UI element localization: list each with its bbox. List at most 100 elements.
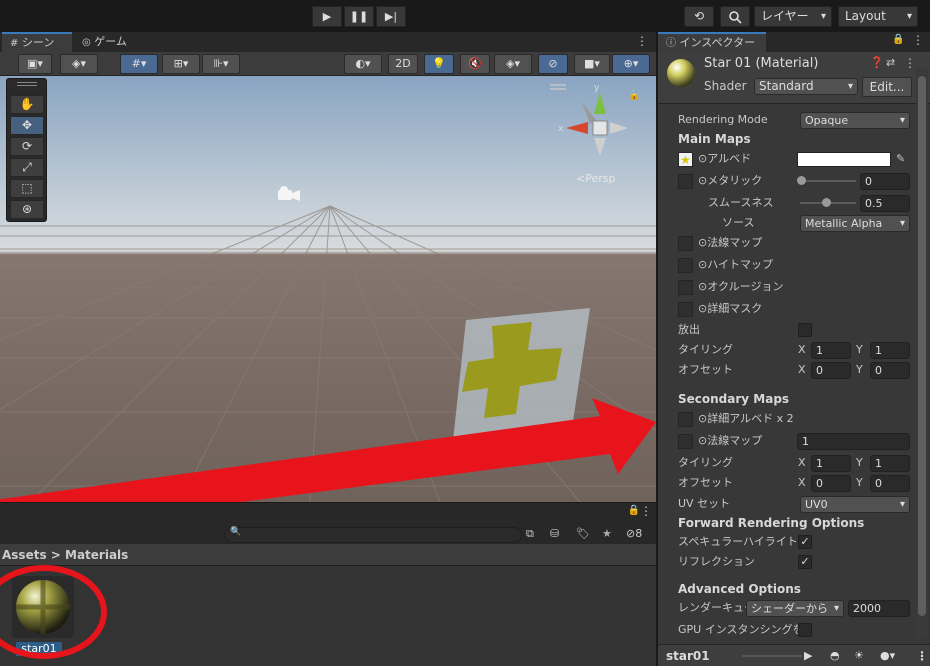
- tab-game[interactable]: ◎ ゲーム: [74, 32, 144, 52]
- preset-icon[interactable]: ⇄: [886, 56, 895, 69]
- render-queue-value[interactable]: 2000: [848, 600, 910, 617]
- help-icon[interactable]: ❓: [870, 56, 884, 69]
- star-icon[interactable]: ★: [602, 527, 612, 540]
- rotate-tool-icon[interactable]: ⟳: [10, 137, 44, 156]
- grid-snap-dropdown[interactable]: #▾: [120, 54, 158, 74]
- height-map-slot[interactable]: [678, 258, 693, 273]
- kebab-menu-icon[interactable]: ⋮: [916, 645, 928, 666]
- metallic-slider-handle[interactable]: [797, 176, 806, 185]
- secondary-normal-slot[interactable]: [678, 434, 693, 449]
- lock-icon[interactable]: 🔒: [892, 34, 904, 45]
- inspector-scrollbar[interactable]: [916, 68, 928, 638]
- pause-button[interactable]: ❚❚: [344, 6, 374, 27]
- uv-set-dropdown[interactable]: UV0: [800, 496, 910, 513]
- emission-checkbox[interactable]: [798, 323, 812, 337]
- move-tool-icon[interactable]: ✥: [10, 116, 44, 135]
- play-button[interactable]: ▶: [312, 6, 342, 27]
- albedo-texture-slot[interactable]: ★: [678, 152, 693, 167]
- metallic-label[interactable]: ⊙メタリック: [698, 171, 762, 191]
- albedo-color-swatch[interactable]: [797, 152, 891, 167]
- secondary-tiling-y-field[interactable]: 1: [870, 455, 910, 472]
- draw-mode-dropdown[interactable]: ▣▾: [18, 54, 52, 74]
- smoothness-value[interactable]: 0.5: [860, 195, 910, 212]
- layers-dropdown[interactable]: レイヤー ▾: [754, 6, 832, 27]
- transform-tool-icon[interactable]: ⊛: [10, 200, 44, 219]
- detail-mask-label[interactable]: ⊙詳細マスク: [698, 299, 762, 319]
- rect-tool-icon[interactable]: ⬚: [10, 179, 44, 198]
- secondary-normal-label[interactable]: ⊙法線マップ: [698, 431, 762, 451]
- offset-x-field[interactable]: 0: [811, 362, 851, 379]
- render-queue-dropdown[interactable]: シェーダーから: [746, 600, 844, 617]
- tab-scene[interactable]: # シーン: [2, 32, 72, 52]
- shading-dropdown[interactable]: ◐▾: [344, 54, 382, 74]
- secondary-offset-y-field[interactable]: 0: [870, 475, 910, 492]
- preview-divider[interactable]: [742, 655, 802, 657]
- light-preview-icon[interactable]: ☀: [854, 645, 864, 666]
- specular-checkbox[interactable]: ✓: [798, 535, 812, 549]
- scene-viewport[interactable]: y x <Persp 🔒: [0, 76, 656, 502]
- audio-toggle[interactable]: 🔇: [460, 54, 490, 74]
- persp-label[interactable]: <Persp: [576, 172, 615, 185]
- play-preview-icon[interactable]: ▶: [804, 645, 812, 666]
- tiling-x-label: X: [798, 343, 806, 356]
- normal-map-label[interactable]: ⊙法線マップ: [698, 233, 762, 253]
- normal-map-slot[interactable]: [678, 236, 693, 251]
- metallic-texture-slot[interactable]: [678, 174, 693, 189]
- tab-inspector[interactable]: ⓘ インスペクター: [658, 32, 766, 52]
- palette-handle[interactable]: [17, 82, 37, 86]
- lighting-toggle[interactable]: 💡: [424, 54, 454, 74]
- lock-icon[interactable]: 🔒: [628, 90, 640, 101]
- history-icon[interactable]: ⟲: [684, 6, 714, 27]
- metallic-slider-track[interactable]: [800, 180, 856, 182]
- mesh-preview-icon[interactable]: ◓: [830, 645, 840, 666]
- secondary-tiling-x-field[interactable]: 1: [811, 455, 851, 472]
- lock-icon[interactable]: 🔒: [628, 505, 640, 516]
- height-map-label[interactable]: ⊙ハイトマップ: [698, 255, 773, 275]
- albedo-label[interactable]: ⊙アルベド: [698, 149, 751, 169]
- reflections-checkbox[interactable]: ✓: [798, 555, 812, 569]
- scale-tool-icon[interactable]: ⤢: [10, 158, 44, 177]
- kebab-menu-icon[interactable]: ⋮: [636, 34, 648, 48]
- detail-albedo-slot[interactable]: [678, 412, 693, 427]
- increment-snap-dropdown[interactable]: ⊞▾: [162, 54, 200, 74]
- sphere-preview-icon[interactable]: ●▾: [880, 645, 895, 666]
- detail-mask-slot[interactable]: [678, 302, 693, 317]
- hidden-packages-toggle[interactable]: ⊘8: [626, 527, 642, 540]
- gpu-instancing-checkbox[interactable]: [798, 623, 812, 637]
- hand-tool-icon[interactable]: ✋: [10, 95, 44, 114]
- layout-dropdown[interactable]: Layout ▾: [838, 6, 918, 27]
- tiling-x-field[interactable]: 1: [811, 342, 851, 359]
- tiling-y-field[interactable]: 1: [870, 342, 910, 359]
- smoothness-slider-handle[interactable]: [822, 198, 831, 207]
- kebab-menu-icon[interactable]: ⋮: [904, 56, 916, 70]
- eyedropper-icon[interactable]: ✎: [896, 149, 905, 169]
- material-name: Star 01 (Material): [704, 56, 819, 71]
- cube-dropdown[interactable]: ◈▾: [60, 54, 98, 74]
- search-icon[interactable]: [720, 6, 750, 27]
- hidden-objects-toggle[interactable]: ⊘: [538, 54, 568, 74]
- search-input[interactable]: 🔍: [224, 527, 522, 543]
- scrollbar-thumb[interactable]: [918, 76, 926, 616]
- offset-y-field[interactable]: 0: [870, 362, 910, 379]
- search-by-type-icon[interactable]: ⧉: [526, 527, 534, 541]
- step-button[interactable]: ▶|: [376, 6, 406, 27]
- 2d-toggle[interactable]: 2D: [388, 54, 418, 74]
- filter-icon[interactable]: ⛁: [550, 527, 559, 540]
- label-icon[interactable]: 🏷: [576, 527, 590, 540]
- secondary-normal-scale[interactable]: 1: [797, 433, 910, 450]
- camera-dropdown[interactable]: ■▾: [574, 54, 610, 74]
- ruler-dropdown[interactable]: ⊪▾: [202, 54, 240, 74]
- source-dropdown[interactable]: Metallic Alpha: [800, 215, 910, 232]
- detail-albedo-label[interactable]: ⊙詳細アルベド x 2: [698, 409, 794, 429]
- rendering-mode-dropdown[interactable]: Opaque: [800, 112, 910, 129]
- secondary-offset-x-field[interactable]: 0: [811, 475, 851, 492]
- shader-dropdown[interactable]: Standard: [754, 78, 858, 95]
- occlusion-slot[interactable]: [678, 280, 693, 295]
- occlusion-label[interactable]: ⊙オクルージョン: [698, 277, 783, 297]
- edit-shader-button[interactable]: Edit...: [862, 77, 912, 97]
- kebab-menu-icon[interactable]: ⋮: [912, 33, 924, 47]
- effects-dropdown[interactable]: ◈▾: [494, 54, 532, 74]
- kebab-menu-icon[interactable]: ⋮: [640, 504, 652, 518]
- metallic-value[interactable]: 0: [860, 173, 910, 190]
- gizmos-dropdown[interactable]: ⊕▾: [612, 54, 650, 74]
